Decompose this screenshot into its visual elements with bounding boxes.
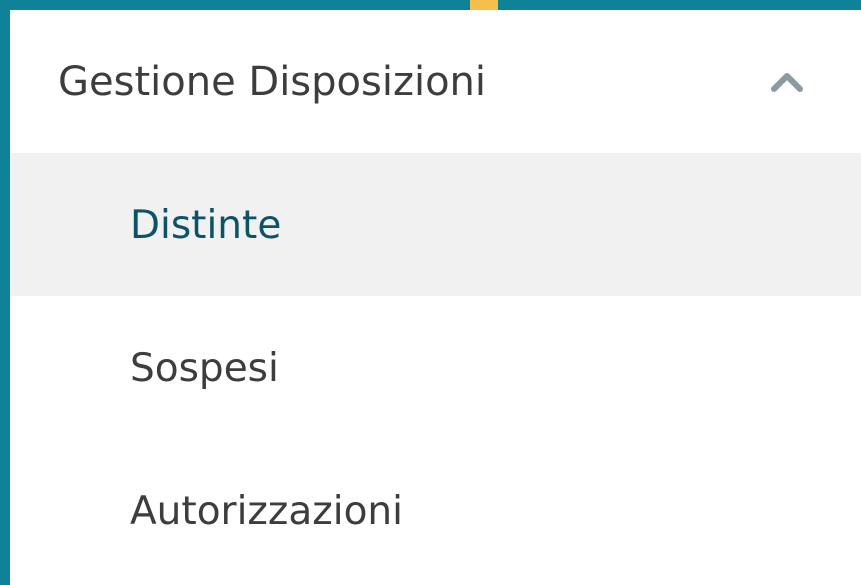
top-accent-marker [470,0,498,10]
menu-header-title: Gestione Disposizioni [58,59,487,105]
left-frame-bar [0,0,10,585]
menu-item-label: Distinte [130,203,282,248]
menu-header-toggle[interactable]: Gestione Disposizioni [10,10,861,153]
gestione-disposizioni-menu: Gestione Disposizioni Distinte Sospesi A… [10,10,861,585]
top-frame-bar [0,0,861,10]
menu-item-distinte[interactable]: Distinte [10,153,861,296]
menu-item-autorizzazioni[interactable]: Autorizzazioni [10,439,861,582]
menu-item-label: Autorizzazioni [130,489,403,534]
chevron-up-icon[interactable] [768,65,806,95]
menu-item-sospesi[interactable]: Sospesi [10,296,861,439]
menu-item-label: Sospesi [130,346,279,391]
